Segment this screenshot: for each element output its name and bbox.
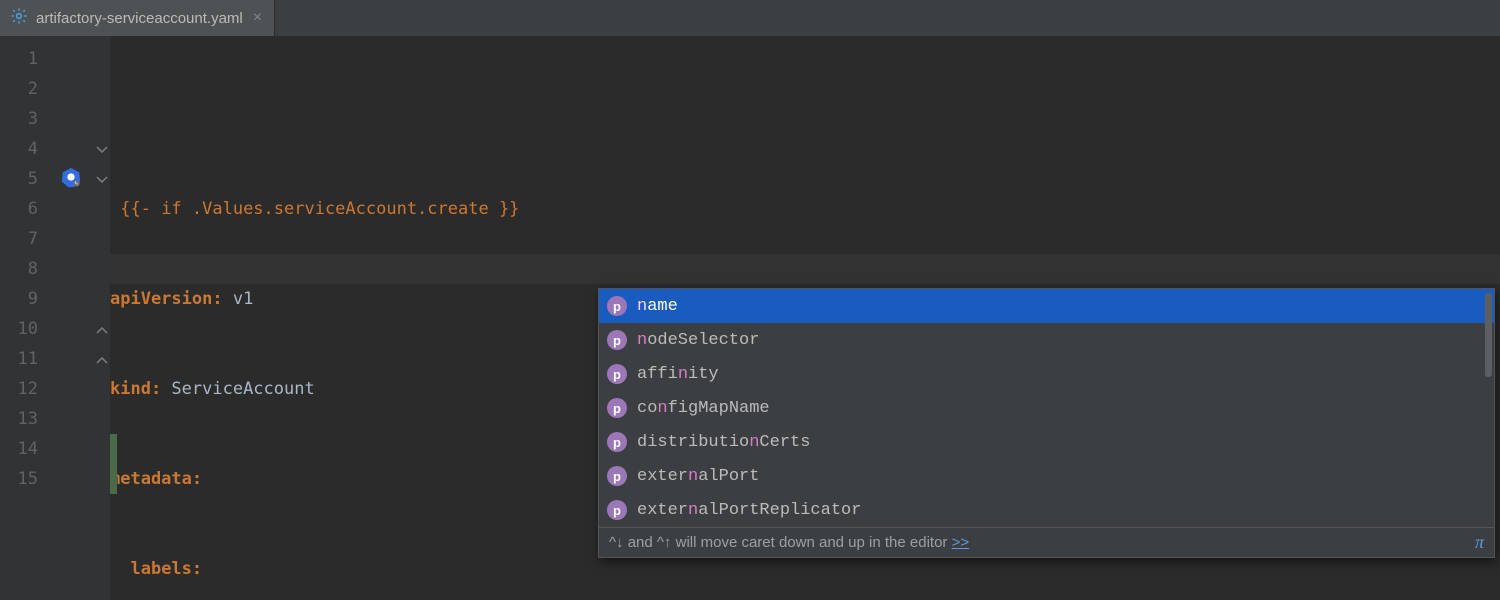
autocomplete-item[interactable]: p externalPort	[599, 459, 1494, 493]
autocomplete-label: configMapName	[637, 399, 770, 418]
kubernetes-icon	[60, 166, 82, 188]
property-icon: p	[607, 364, 627, 384]
line-number: 5	[0, 164, 52, 194]
property-icon: p	[607, 500, 627, 520]
yaml-key: labels:	[130, 559, 202, 579]
autocomplete-label: affinity	[637, 365, 719, 384]
property-icon: p	[607, 432, 627, 452]
yaml-key: kind:	[110, 379, 161, 399]
vcs-change-marker	[110, 434, 117, 494]
autocomplete-item[interactable]: pname	[599, 289, 1494, 323]
yaml-key: metadata:	[110, 469, 202, 489]
autocomplete-label: nodeSelector	[637, 331, 759, 350]
line-number: 12	[0, 374, 52, 404]
property-icon: p	[607, 296, 627, 316]
line-number: 6	[0, 194, 52, 224]
line-number: 13	[0, 404, 52, 434]
popup-hint-text: ^↓ and ^↑ will move caret down and up in…	[609, 534, 952, 551]
line-number-gutter: 123456789101112131415	[0, 36, 52, 600]
autocomplete-item[interactable]: p nodeSelector	[599, 323, 1494, 357]
line-number: 1	[0, 44, 52, 74]
property-icon: p	[607, 466, 627, 486]
property-icon: p	[607, 398, 627, 418]
line-number: 11	[0, 344, 52, 374]
pi-icon[interactable]: π	[1475, 532, 1484, 553]
autocomplete-item[interactable]: p distributionCerts	[599, 425, 1494, 459]
code-text: {{- if .Values.serviceAccount.create }}	[120, 199, 519, 219]
gear-icon	[10, 7, 28, 29]
line-number: 15	[0, 464, 52, 494]
code-line: labels:	[110, 554, 1500, 584]
autocomplete-label: externalPortReplicator	[637, 501, 861, 520]
gutter-icon-column	[52, 36, 94, 600]
autocomplete-item[interactable]: p affinity	[599, 357, 1494, 391]
popup-hint-bar: ^↓ and ^↑ will move caret down and up in…	[599, 527, 1494, 557]
yaml-value: ServiceAccount	[161, 379, 315, 399]
code-line: {{- if .Values.serviceAccount.create }}	[110, 194, 1500, 224]
yaml-value: v1	[223, 289, 254, 309]
line-number: 9	[0, 284, 52, 314]
fold-marker-icon[interactable]	[96, 174, 108, 186]
autocomplete-label: name	[637, 297, 678, 316]
line-number: 8	[0, 254, 52, 284]
line-number: 7	[0, 224, 52, 254]
fold-marker-icon[interactable]	[96, 354, 108, 366]
popup-scrollbar[interactable]	[1485, 293, 1492, 377]
current-line-highlight	[110, 254, 1500, 284]
fold-column	[94, 36, 110, 600]
fold-marker-icon[interactable]	[96, 324, 108, 336]
popup-hint-link[interactable]: >>	[952, 534, 970, 551]
tab-filename: artifactory-serviceaccount.yaml	[36, 10, 243, 27]
file-tab[interactable]: artifactory-serviceaccount.yaml ×	[0, 0, 275, 36]
autocomplete-item[interactable]: p externalPortReplicator	[599, 493, 1494, 527]
autocomplete-item[interactable]: p configMapName	[599, 391, 1494, 425]
autocomplete-label: externalPort	[637, 467, 759, 486]
fold-marker-icon[interactable]	[96, 144, 108, 156]
line-number: 14	[0, 434, 52, 464]
autocomplete-popup[interactable]: pnamepnodeSelectorpaffinitypconfigMapNam…	[598, 288, 1495, 558]
editor-tabbar: artifactory-serviceaccount.yaml ×	[0, 0, 1500, 37]
yaml-key: apiVersion:	[110, 289, 223, 309]
close-icon[interactable]: ×	[251, 10, 264, 26]
property-icon: p	[607, 330, 627, 350]
line-number: 4	[0, 134, 52, 164]
autocomplete-list: pnamepnodeSelectorpaffinitypconfigMapNam…	[599, 289, 1494, 527]
autocomplete-label: distributionCerts	[637, 433, 810, 452]
line-number: 2	[0, 74, 52, 104]
line-number: 10	[0, 314, 52, 344]
line-number: 3	[0, 104, 52, 134]
